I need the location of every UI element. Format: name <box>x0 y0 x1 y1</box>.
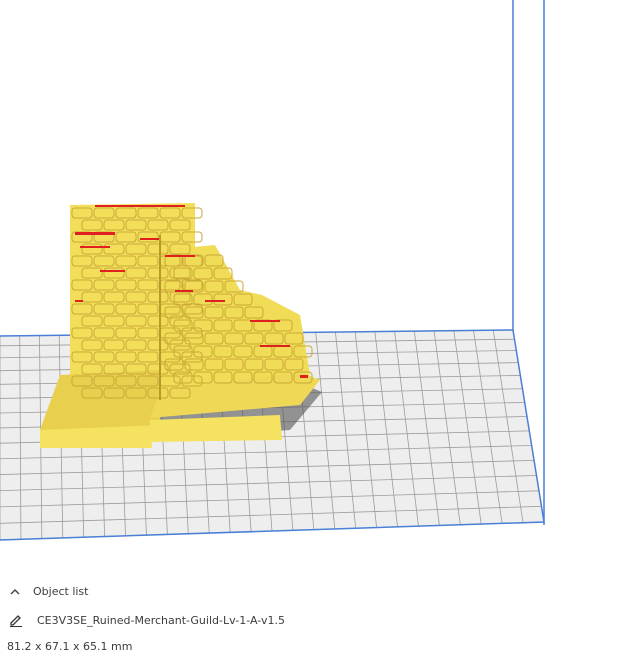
overhang-mark <box>300 375 308 378</box>
object-list-label: Object list <box>33 584 89 598</box>
overhang-mark <box>75 232 115 235</box>
object-list-item[interactable]: CE3V3SE_Ruined-Merchant-Guild-Lv-1-A-v1.… <box>0 610 637 630</box>
build-plate-viewport[interactable] <box>0 0 637 575</box>
overhang-mark <box>100 270 125 272</box>
object-list-panel: Object list CE3V3SE_Ruined-Merchant-Guil… <box>0 575 637 663</box>
object-dimensions: 81.2 x 67.1 x 65.1 mm <box>7 639 133 653</box>
overhang-mark <box>75 300 83 302</box>
object-dimensions-row: 81.2 x 67.1 x 65.1 mm <box>0 636 637 656</box>
pencil-icon[interactable] <box>7 611 25 629</box>
object-name[interactable]: CE3V3SE_Ruined-Merchant-Guild-Lv-1-A-v1.… <box>37 614 285 627</box>
overhang-mark <box>250 320 280 322</box>
overhang-mark <box>175 290 193 292</box>
overhang-mark <box>80 246 110 248</box>
object-list-header[interactable]: Object list <box>0 581 637 601</box>
overhang-mark <box>140 238 160 240</box>
overhang-mark <box>95 205 185 207</box>
chevron-up-icon[interactable] <box>6 582 24 600</box>
overhang-mark <box>205 300 225 302</box>
overhang-mark <box>165 255 195 257</box>
overhang-mark <box>260 345 290 347</box>
model-ruined-merchant-guild[interactable] <box>40 203 322 448</box>
